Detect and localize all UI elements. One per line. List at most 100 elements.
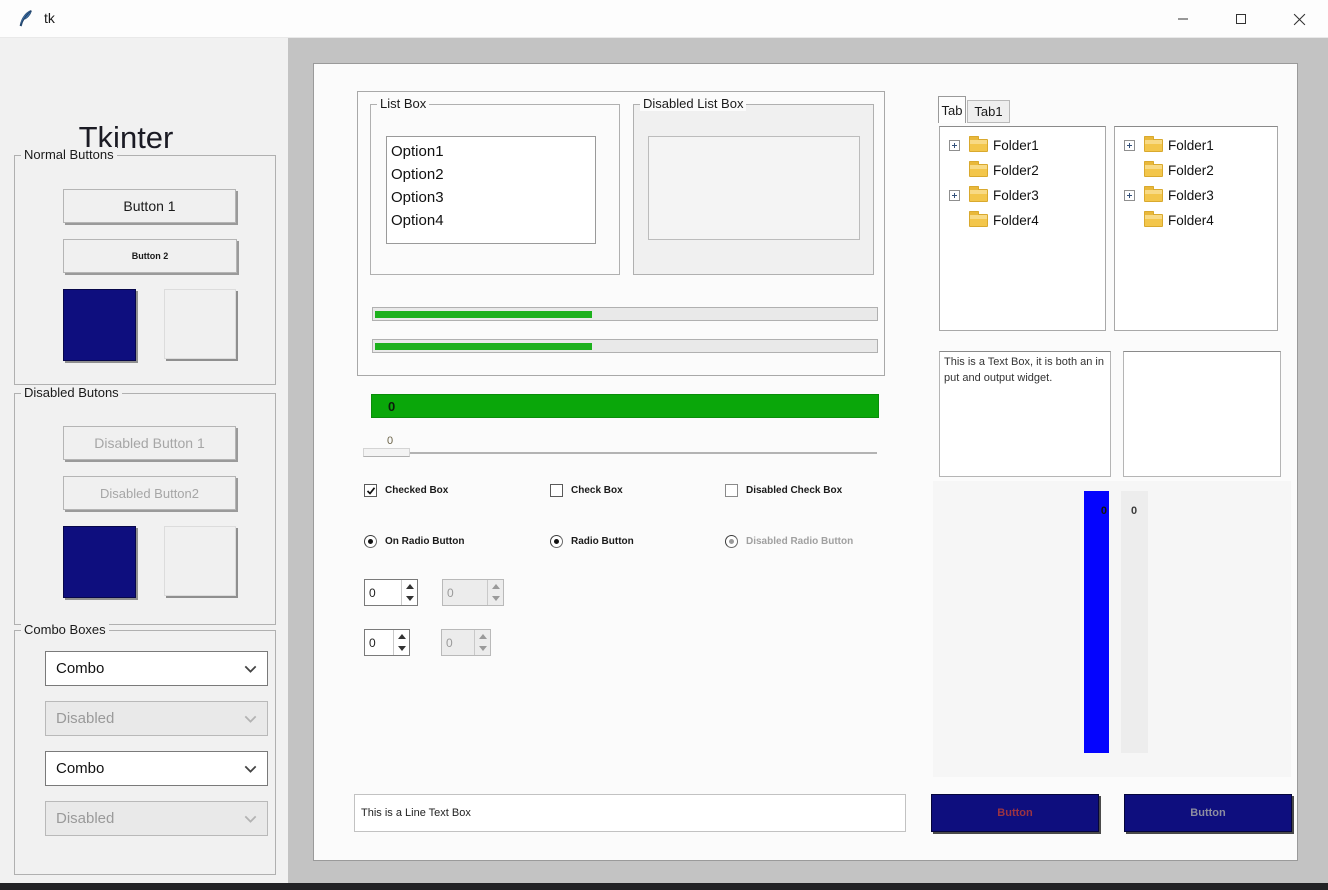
spinbox-3[interactable]: 0 [364,629,410,656]
radio-radio-button[interactable]: Radio Button [550,535,634,548]
tree-item-label: Folder1 [1168,138,1214,153]
treeview-2: Folder1 Folder2 Folder3 Folder4 [1114,126,1278,331]
tree-item-folder1[interactable]: Folder1 [940,133,1105,158]
button-1[interactable]: Button 1 [63,189,236,223]
chevron-down-icon [244,715,257,723]
treeview-1: Folder1 Folder2 Folder3 Folder4 [939,126,1106,331]
folder-icon [1144,139,1163,152]
listbox-option[interactable]: Option2 [391,163,595,186]
spin-up-button [488,580,503,593]
folder-icon [1144,164,1163,177]
tab-tab1[interactable]: Tab1 [967,100,1010,123]
expand-plus-icon[interactable] [949,190,960,201]
tree-item-label: Folder2 [993,163,1039,178]
spin-up-button[interactable] [402,580,417,593]
radio-on-radio-button[interactable]: On Radio Button [364,535,464,548]
line-text-input[interactable] [354,794,906,832]
navy-button-disabled: Button [1124,794,1292,832]
spinbox-4-disabled: 0 [441,629,491,656]
navy-button-enabled[interactable]: Button [931,794,1099,832]
combo-box-2[interactable]: Combo [45,751,268,786]
combo-box-disabled-1: Disabled [45,701,268,736]
minimize-icon [1177,13,1189,25]
vertical-slider-area: 0 0 [933,481,1291,777]
spin-down-button [475,643,490,656]
checkbox-icon [725,484,738,497]
expand-plus-icon[interactable] [1124,140,1135,151]
tree-item-label: Folder3 [993,188,1039,203]
close-icon [1293,13,1306,26]
checkbox-check-box[interactable]: Check Box [550,484,623,497]
list-box-group: List Box Option1 Option2 Option3 Option4 [370,104,620,275]
combo-box-1[interactable]: Combo [45,651,268,686]
combo-box-2-value: Combo [56,760,104,777]
checkbox-checked-box[interactable]: Checked Box [364,484,448,497]
disabled-button-2: Disabled Button2 [63,476,236,510]
expand-plus-icon[interactable] [949,140,960,151]
tab-tab[interactable]: Tab [938,96,966,123]
listbox-option[interactable]: Option3 [391,186,595,209]
white-color-button-disabled [164,526,236,596]
titlebar: tk [0,0,1328,38]
disabled-list-box-group: Disabled List Box [633,104,874,275]
tree-item-label: Folder3 [1168,188,1214,203]
listbox-option[interactable]: Option4 [391,209,595,232]
expand-plus-icon[interactable] [1124,190,1135,201]
empty-text-box[interactable] [1123,351,1281,477]
normal-buttons-group: Normal Buttons Button 1 Button 2 [14,155,276,385]
radio-label: Disabled Radio Button [746,536,853,547]
checkbox-disabled-check-box: Disabled Check Box [725,484,842,497]
combo-box-1-value: Combo [56,660,104,677]
disabled-vertical-slider: 0 [1121,491,1148,753]
green-scale[interactable]: 0 [371,394,879,418]
blue-vertical-slider[interactable]: 0 [1084,491,1109,753]
tree-item-folder4[interactable]: Folder4 [940,208,1105,233]
slider-track[interactable] [363,452,877,454]
close-button[interactable] [1270,0,1328,38]
maximize-button[interactable] [1212,0,1270,38]
check-icon [366,486,376,496]
combo-boxes-group: Combo Boxes Combo Disabled Combo Disable… [14,630,276,875]
white-color-button[interactable] [164,289,236,359]
tree-item-folder1[interactable]: Folder1 [1115,133,1277,158]
chevron-down-icon [244,665,257,673]
spin-down-button[interactable] [394,643,409,656]
folder-icon [969,214,988,227]
tree-item-folder4[interactable]: Folder4 [1115,208,1277,233]
spinbox-1[interactable]: 0 [364,579,418,606]
listbox-option[interactable]: Option1 [391,140,595,163]
disabled-list-box-group-label: Disabled List Box [640,96,746,111]
checkbox-icon [550,484,563,497]
maximize-icon [1235,13,1247,25]
window-title: tk [44,10,55,26]
tree-item-folder3[interactable]: Folder3 [1115,183,1277,208]
folder-icon [969,164,988,177]
chevron-down-icon [244,765,257,773]
navy-color-button[interactable] [63,289,136,361]
disabled-buttons-group: Disabled Butons Disabled Button 1 Disabl… [14,393,276,625]
tree-item-folder2[interactable]: Folder2 [940,158,1105,183]
minimize-button[interactable] [1154,0,1212,38]
tk-feather-icon [16,9,36,29]
spin-up-button[interactable] [394,630,409,643]
spin-down-button [488,593,503,606]
blue-slider-value: 0 [1101,505,1107,517]
progressbar-2-fill [375,343,592,350]
folder-icon [969,189,988,202]
radio-icon [725,535,738,548]
folder-icon [1144,189,1163,202]
text-box[interactable]: This is a Text Box, it is both an input … [939,351,1111,477]
tree-item-folder3[interactable]: Folder3 [940,183,1105,208]
combo-box-disabled-2: Disabled [45,801,268,836]
checkbox-label: Checked Box [385,485,448,496]
tree-item-label: Folder1 [993,138,1039,153]
spin-down-button[interactable] [402,593,417,606]
tree-item-folder2[interactable]: Folder2 [1115,158,1277,183]
radio-icon [364,535,377,548]
button-2[interactable]: Button 2 [63,239,237,273]
radio-label: On Radio Button [385,536,464,547]
tree-item-label: Folder4 [1168,213,1214,228]
listbox-progress-frame: List Box Option1 Option2 Option3 Option4… [357,91,885,376]
checkbox-label: Disabled Check Box [746,485,842,496]
slider-handle[interactable] [363,448,410,457]
